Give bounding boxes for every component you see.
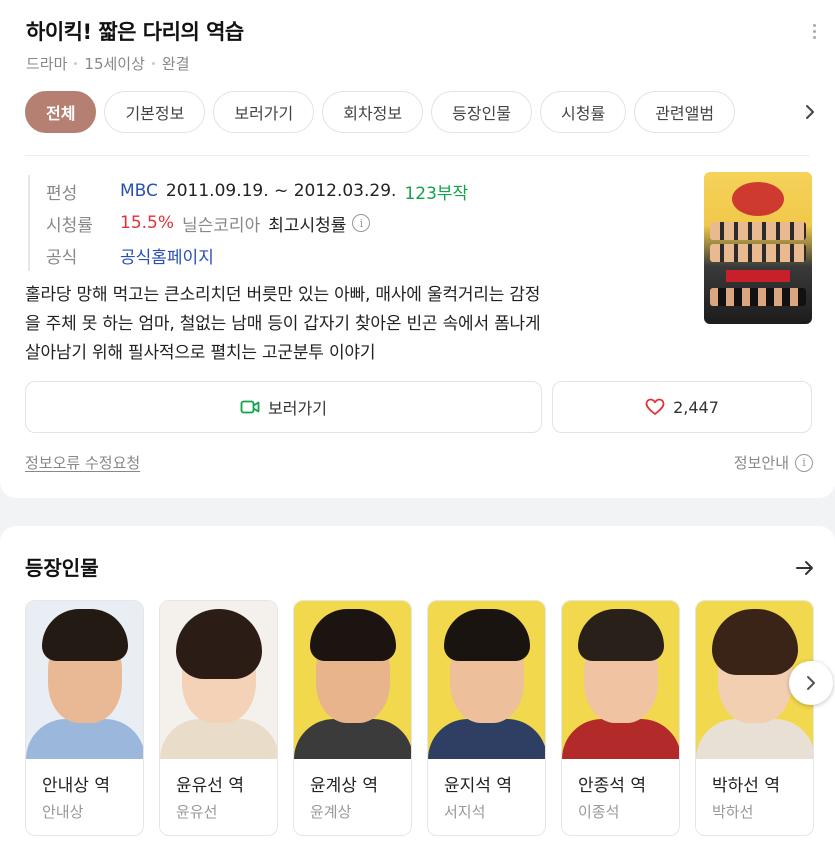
chevron-right-icon xyxy=(807,676,815,690)
cast-item[interactable]: 윤유선 역 윤유선 xyxy=(159,600,278,836)
status: 완결 xyxy=(161,55,190,73)
watch-button[interactable]: 보러가기 xyxy=(25,381,542,433)
tab-all[interactable]: 전체 xyxy=(25,91,97,133)
cast-role: 안종석 역 xyxy=(578,776,646,796)
episode-count[interactable]: 123부작 xyxy=(404,179,468,204)
cast-photo xyxy=(428,601,545,759)
more-vertical-icon[interactable] xyxy=(811,24,817,42)
broadcast-period: 2011.09.19. ~ 2012.03.29. xyxy=(165,181,397,201)
page-title: 하이킥! 짧은 다리의 역습 xyxy=(26,20,244,44)
video-camera-icon xyxy=(240,400,260,414)
rating-note: 최고시청률 xyxy=(268,215,347,236)
cast-actor: 박하선 xyxy=(712,803,754,821)
synopsis-line: 을 주체 못 하는 엄마, 철없는 남매 등이 갑자기 찾아온 빈곤 속에서 폼… xyxy=(25,314,541,334)
official-homepage-link[interactable]: 공식홈페이지 xyxy=(120,243,214,268)
tab-bar: 전체 기본정보 보러가기 회차정보 등장인물 시청률 관련앨범 xyxy=(25,91,743,133)
cast-photo xyxy=(160,601,277,759)
drama-info-card: 하이킥! 짧은 다리의 역습 드라마 15세이상 완결 전체 기본정보 보러가기… xyxy=(0,0,835,498)
genre: 드라마 xyxy=(26,55,68,73)
synopsis-line: 살아남기 위해 필사적으로 펼치는 고군분투 이야기 xyxy=(25,343,376,363)
cast-actor: 윤계상 xyxy=(310,803,352,821)
rating-source: 닐슨코리아 xyxy=(182,215,261,236)
cast-item[interactable]: 안종석 역 이종석 xyxy=(561,600,680,836)
info-guide[interactable]: 정보안내 i xyxy=(734,452,813,473)
tab-basic-info[interactable]: 기본정보 xyxy=(104,91,206,133)
official-row: 공식 공식홈페이지 xyxy=(46,239,468,271)
cast-list: 안내상 역 안내상 윤유선 역 윤유선 윤계상 역 윤계상 윤지석 역 서지석 xyxy=(25,600,829,836)
cast-item[interactable]: 박하선 역 박하선 xyxy=(695,600,814,836)
cast-actor: 윤유선 xyxy=(176,803,218,821)
like-button[interactable]: 2,447 xyxy=(552,381,812,433)
cast-role: 윤계상 역 xyxy=(310,776,378,796)
cast-next-button[interactable] xyxy=(789,661,833,705)
tab-episodes[interactable]: 회차정보 xyxy=(322,91,424,133)
info-block: 편성 MBC 2011.09.19. ~ 2012.03.29. 123부작 시… xyxy=(28,175,468,271)
rating-value: 15.5% xyxy=(120,213,175,233)
cast-item[interactable]: 윤계상 역 윤계상 xyxy=(293,600,412,836)
watch-label: 보러가기 xyxy=(268,399,327,418)
official-label: 공식 xyxy=(46,247,78,268)
cast-photo xyxy=(294,601,411,759)
cast-role: 윤유선 역 xyxy=(176,776,244,796)
cast-actor: 서지석 xyxy=(444,803,486,821)
heart-icon xyxy=(645,398,665,415)
channel-link[interactable]: MBC xyxy=(120,181,158,201)
cast-photo xyxy=(562,601,679,759)
cast-item[interactable]: 윤지석 역 서지석 xyxy=(427,600,546,836)
synopsis: 홀라당 망해 먹고는 큰소리치던 버릇만 있는 아빠, 매사에 울컥거리는 감정… xyxy=(25,281,685,368)
tab-watch[interactable]: 보러가기 xyxy=(213,91,315,133)
info-guide-label: 정보안내 xyxy=(733,454,789,472)
cast-section-title[interactable]: 등장인물 xyxy=(25,552,99,581)
report-error-link[interactable]: 정보오류 수정요청 xyxy=(25,452,140,473)
cast-role: 윤지석 역 xyxy=(444,776,512,796)
tab-cast[interactable]: 등장인물 xyxy=(431,91,533,133)
chevron-right-icon[interactable] xyxy=(805,104,815,120)
meta-line: 드라마 15세이상 완결 xyxy=(26,53,190,74)
age-rating: 15세이상 xyxy=(84,55,145,73)
info-circle-icon: i xyxy=(795,453,813,472)
cast-item[interactable]: 안내상 역 안내상 xyxy=(25,600,144,836)
cast-role: 박하선 역 xyxy=(712,776,780,796)
rating-label: 시청률 xyxy=(46,215,93,236)
rating-row: 시청률 15.5% 닐슨코리아 최고시청률 i xyxy=(46,207,468,239)
arrow-right-icon[interactable] xyxy=(795,558,815,578)
cast-actor: 이종석 xyxy=(578,803,620,821)
tab-albums[interactable]: 관련앨범 xyxy=(634,91,736,133)
cast-role: 안내상 역 xyxy=(42,776,110,796)
poster-image[interactable] xyxy=(704,172,812,324)
broadcast-label: 편성 xyxy=(46,183,78,204)
like-count: 2,447 xyxy=(673,397,719,417)
synopsis-line: 홀라당 망해 먹고는 큰소리치던 버릇만 있는 아빠, 매사에 울컥거리는 감정 xyxy=(25,285,541,305)
broadcast-row: 편성 MBC 2011.09.19. ~ 2012.03.29. 123부작 xyxy=(46,175,468,207)
tab-ratings[interactable]: 시청률 xyxy=(540,91,627,133)
cast-photo xyxy=(26,601,143,759)
cast-actor: 안내상 xyxy=(42,803,84,821)
info-circle-icon[interactable]: i xyxy=(352,214,371,232)
